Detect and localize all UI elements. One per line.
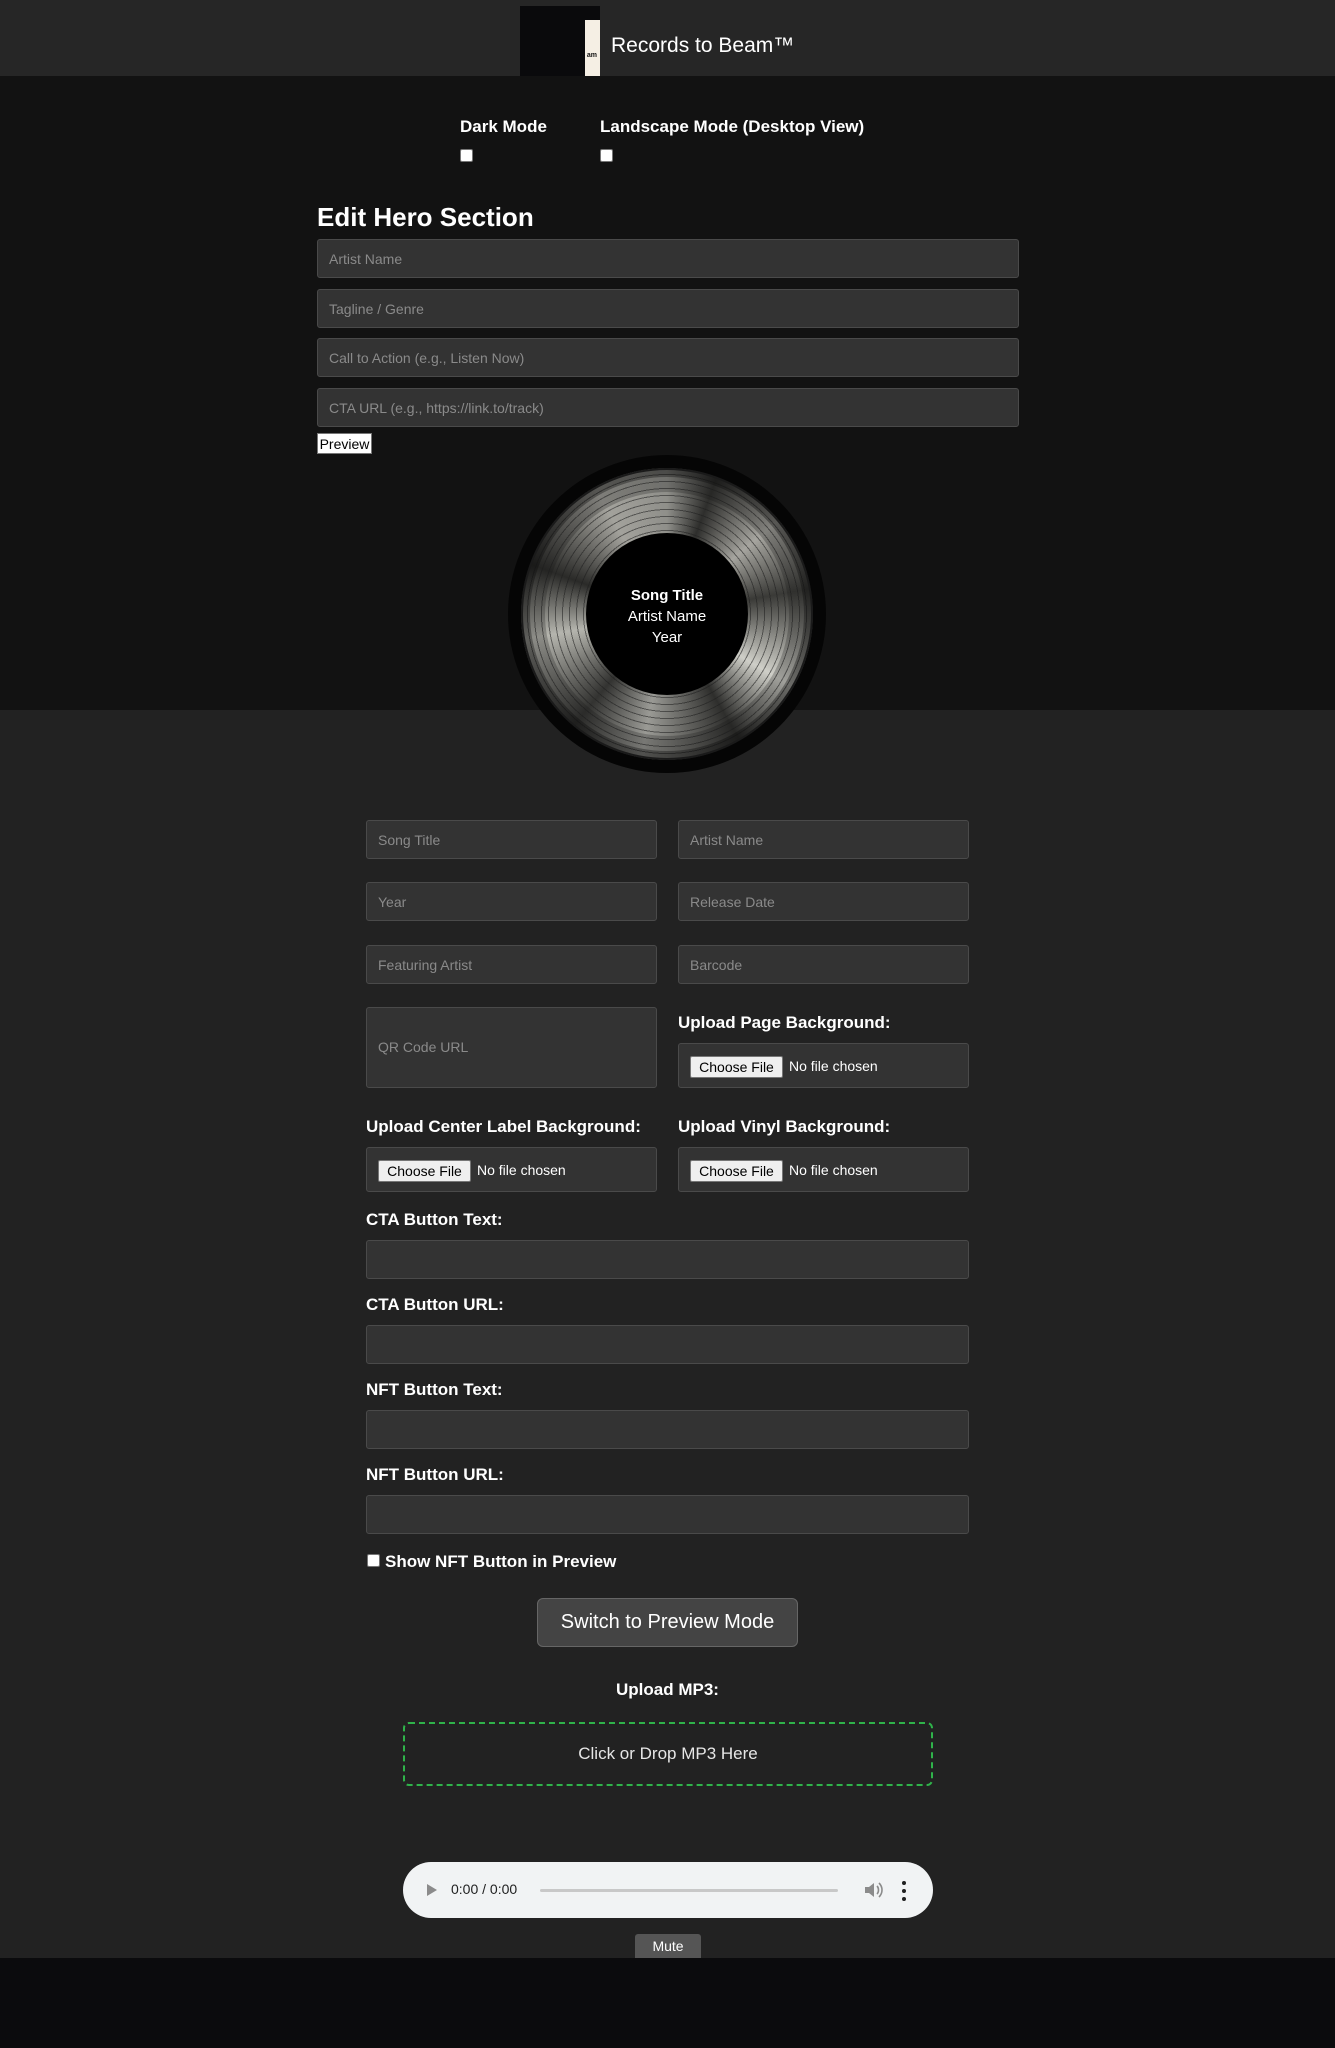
cta-button-text-label: CTA Button Text: xyxy=(366,1210,503,1229)
page-background-choose-button[interactable]: Choose File xyxy=(690,1056,783,1078)
hero-artist-input[interactable] xyxy=(317,239,1019,278)
logo-text: am xyxy=(586,52,597,59)
hero-preview-button[interactable]: Preview xyxy=(317,433,372,454)
center-label-background-choose-button[interactable]: Choose File xyxy=(378,1160,471,1182)
featuring-artist-input[interactable] xyxy=(366,945,657,984)
page-background-file-input[interactable]: Choose File No file chosen xyxy=(678,1043,969,1088)
nft-button-url-label: NFT Button URL: xyxy=(366,1465,504,1484)
play-icon[interactable] xyxy=(427,1884,437,1896)
mute-button[interactable]: Mute xyxy=(635,1934,701,1958)
vinyl-record: Song Title Artist Name Year xyxy=(508,455,826,773)
barcode-input[interactable] xyxy=(678,945,969,984)
mp3-dropzone[interactable]: Click or Drop MP3 Here xyxy=(403,1722,933,1786)
center-label-background-file-input[interactable]: Choose File No file chosen xyxy=(366,1147,657,1192)
hero-section-title: Edit Hero Section xyxy=(317,202,534,232)
cta-button-url-input[interactable] xyxy=(366,1325,969,1364)
vinyl-background-choose-button[interactable]: Choose File xyxy=(690,1160,783,1182)
upload-mp3-label: Upload MP3: xyxy=(616,1680,719,1699)
app-title: Records to Beam™ xyxy=(611,34,795,57)
vinyl-background-label: Upload Vinyl Background: xyxy=(678,1117,891,1136)
landscape-mode-checkbox[interactable] xyxy=(600,149,613,162)
cta-button-text-input[interactable] xyxy=(366,1240,969,1279)
landscape-mode-label: Landscape Mode (Desktop View) xyxy=(600,117,865,136)
nft-button-text-input[interactable] xyxy=(366,1410,969,1449)
vinyl-artist-name: Artist Name xyxy=(627,608,707,625)
show-nft-label: Show NFT Button in Preview xyxy=(385,1552,617,1571)
vinyl-song-title: Song Title xyxy=(630,587,704,604)
volume-icon[interactable] xyxy=(862,1879,884,1901)
audio-progress-bar[interactable] xyxy=(540,1889,838,1892)
audio-time: 0:00 / 0:00 xyxy=(451,1881,518,1897)
page-background-label: Upload Page Background: xyxy=(678,1013,891,1032)
song-title-input[interactable] xyxy=(366,820,657,859)
hero-cta-url-input[interactable] xyxy=(317,388,1019,427)
year-input[interactable] xyxy=(366,882,657,921)
nft-button-text-label: NFT Button Text: xyxy=(366,1380,503,1399)
vinyl-background-file-status: No file chosen xyxy=(789,1162,878,1178)
vinyl-year: Year xyxy=(651,629,683,646)
switch-to-preview-button[interactable]: Switch to Preview Mode xyxy=(537,1598,798,1647)
hero-cta-input[interactable] xyxy=(317,338,1019,377)
dark-mode-label: Dark Mode xyxy=(460,117,547,136)
dark-mode-checkbox[interactable] xyxy=(460,149,473,162)
qr-code-url-input[interactable] xyxy=(366,1007,657,1088)
audio-player: 0:00 / 0:00 xyxy=(403,1862,933,1918)
center-label-background-label: Upload Center Label Background: xyxy=(366,1117,641,1136)
more-options-icon[interactable] xyxy=(901,1881,907,1901)
page-background-file-status: No file chosen xyxy=(789,1058,878,1074)
vinyl-center-label: Song Title Artist Name Year xyxy=(586,533,748,695)
nft-button-url-input[interactable] xyxy=(366,1495,969,1534)
app-header: am Records to Beam™ xyxy=(0,0,1335,76)
cta-button-url-label: CTA Button URL: xyxy=(366,1295,504,1314)
show-nft-checkbox[interactable] xyxy=(367,1554,380,1567)
center-label-background-file-status: No file chosen xyxy=(477,1162,566,1178)
logo-image: am xyxy=(520,6,600,76)
vinyl-background-file-input[interactable]: Choose File No file chosen xyxy=(678,1147,969,1192)
hero-tagline-input[interactable] xyxy=(317,289,1019,328)
artist-name-input[interactable] xyxy=(678,820,969,859)
logo-strip xyxy=(585,20,600,76)
release-date-input[interactable] xyxy=(678,882,969,921)
